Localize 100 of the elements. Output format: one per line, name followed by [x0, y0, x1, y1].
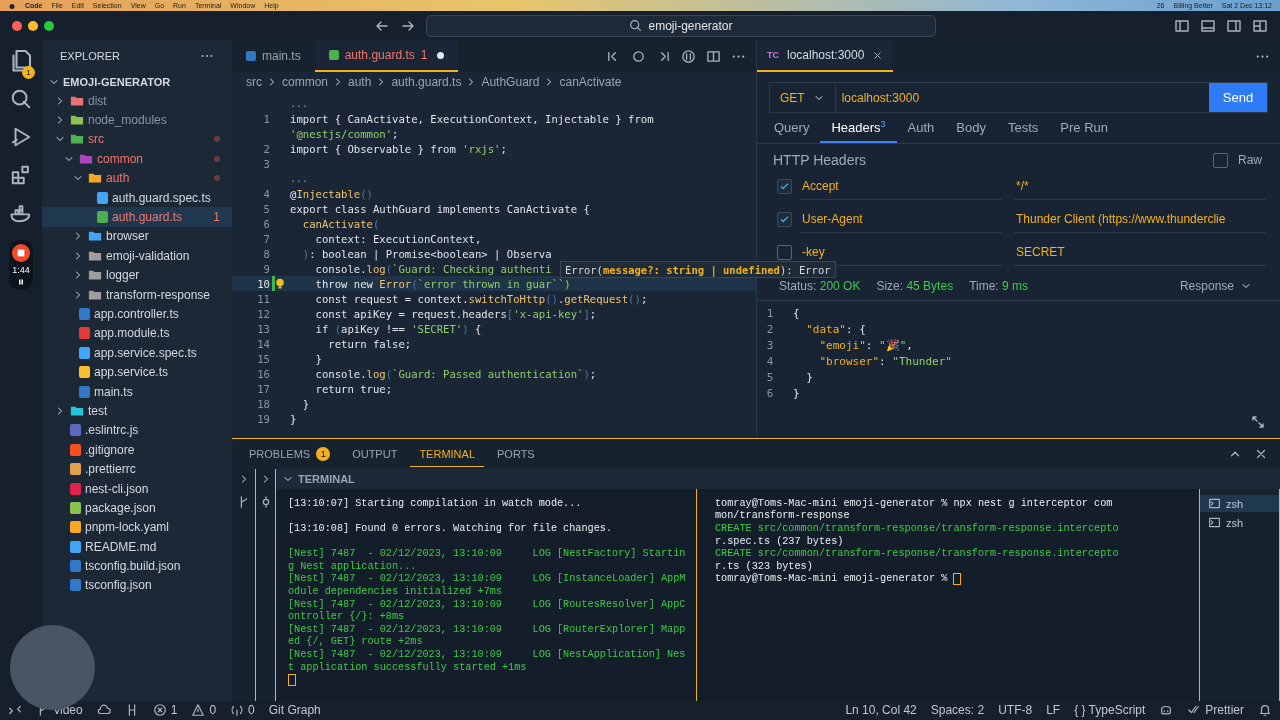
header-checkbox[interactable] [777, 179, 792, 194]
stop-icon[interactable] [12, 244, 30, 262]
status-item[interactable] [96, 703, 111, 717]
line-number: 6 [765, 386, 775, 400]
header-value-field[interactable]: Thunder Client (https://www.thunderclie [1014, 206, 1266, 233]
lightbulb-icon[interactable] [274, 277, 286, 290]
editor-tab[interactable]: main.ts [232, 40, 315, 72]
status-item[interactable]: Spaces: 2 [930, 703, 985, 717]
code-line: } [301, 397, 310, 410]
breadcrumb[interactable]: common [282, 75, 328, 89]
header-value-field[interactable]: */* [1014, 173, 1266, 200]
tree-item[interactable]: src [42, 129, 232, 150]
tree-item[interactable]: app.service.ts [42, 362, 232, 382]
tree-item[interactable]: main.ts [42, 381, 232, 402]
tree-item[interactable]: nest-cli.json [42, 478, 232, 499]
tree-item[interactable]: transform-response [42, 284, 232, 305]
layout-icon[interactable] [1252, 17, 1268, 34]
zoom-button[interactable] [44, 20, 54, 31]
tree-item[interactable]: README.md [42, 537, 232, 557]
search-icon[interactable] [10, 88, 32, 110]
split-editor-icon[interactable] [706, 48, 721, 64]
pause-icon[interactable] [17, 278, 25, 286]
terminal-instance[interactable]: zsh [1200, 495, 1279, 512]
header-name-field[interactable]: Accept [800, 173, 1002, 200]
secondary-sidebar-icon[interactable] [1226, 17, 1242, 34]
tree-item[interactable]: package.json [42, 498, 232, 518]
status-item[interactable]: 0 [191, 703, 217, 717]
close-icon[interactable] [1254, 447, 1268, 461]
folded-lines[interactable]: ... [290, 98, 309, 109]
tree-item[interactable]: test [42, 401, 232, 421]
status-item[interactable]: { } TypeScript [1074, 703, 1146, 717]
tree-item[interactable]: auth.guard.ts 1 [42, 207, 232, 227]
tree-item[interactable]: app.service.spec.ts [42, 343, 232, 363]
tree-item[interactable]: app.controller.ts [42, 304, 232, 324]
breadcrumb[interactable]: canActivate [559, 75, 622, 89]
command-center[interactable]: emoji-generator [426, 14, 936, 37]
terminal-instance[interactable]: zsh [1200, 514, 1279, 531]
request-tab[interactable]: Headers$^{3}$ [820, 113, 897, 143]
status-item[interactable]: 0 [230, 703, 255, 717]
breadcrumb[interactable]: auth [348, 75, 372, 89]
tree-item[interactable]: auth [42, 168, 232, 188]
terminal-line: ed {/, GET} route +2ms [288, 636, 423, 648]
raw-toggle[interactable]: Raw [1213, 152, 1262, 168]
json-line: "browser": "Thunder" [818, 354, 952, 368]
close-window-button[interactable] [12, 20, 22, 31]
response-dropdown[interactable]: Response [1173, 278, 1258, 294]
tree-item[interactable]: .gitignore [42, 440, 232, 460]
project-folder[interactable]: EMOJI-GENERATOR [42, 72, 232, 91]
terminal-line: [Nest] 7487 - 02/12/2023, 13:10:09 LOG [RoutesResolver] AppC [288, 598, 686, 610]
panel-toggle-icon[interactable] [1200, 17, 1216, 34]
tree-item[interactable]: common [42, 149, 232, 169]
tree-item[interactable]: tsconfig.build.json [42, 556, 232, 576]
panel-tab[interactable]: PROBLEMS 1 [240, 440, 340, 468]
tree-item[interactable]: app.module.ts [42, 323, 232, 344]
terminal-line: CREATE src/common/transform-response/transform-response.intercepto [715, 523, 1119, 534]
status-item[interactable] [1159, 703, 1174, 717]
tree-item[interactable]: .prettierrc [42, 459, 232, 479]
editor-tab[interactable]: auth.guard.ts 1 [314, 40, 459, 72]
status-item[interactable]: UTF-8 [998, 703, 1033, 717]
breadcrumb[interactable]: auth.guard.ts [391, 75, 462, 89]
tree-item[interactable]: emoji-validation [42, 246, 232, 266]
run-debug-icon[interactable] [10, 126, 32, 148]
request-tab[interactable]: Query [763, 113, 821, 143]
status-item[interactable]: Prettier [1187, 703, 1244, 717]
folded-lines[interactable]: ... [290, 173, 309, 184]
sidebar-toggle-icon[interactable] [1174, 17, 1190, 34]
tree-item[interactable]: auth.guard.spec.ts [42, 187, 232, 208]
panel-tab[interactable]: PORTS [488, 441, 544, 467]
expand-icon[interactable] [1250, 414, 1266, 430]
breadcrumb[interactable]: src [246, 75, 262, 89]
panel-tab[interactable]: OUTPUT [343, 441, 407, 467]
terminal-header[interactable]: TERMINAL [276, 469, 1280, 489]
header-checkbox[interactable] [777, 212, 792, 227]
request-tab[interactable]: Auth [896, 113, 946, 143]
breadcrumb[interactable]: AuthGuard [481, 75, 540, 89]
tree-item[interactable]: logger [42, 265, 232, 285]
tree-item[interactable]: tsconfig.json [42, 575, 232, 596]
client-tab[interactable]: TC localhost:3000 [757, 40, 894, 72]
tree-item[interactable]: dist [42, 91, 232, 111]
terminal-line: ontroller {/}: +8ms [288, 611, 405, 623]
tree-item[interactable]: .eslintrc.js [42, 420, 232, 441]
tree-item[interactable]: pnpm-lock.yaml [42, 517, 232, 537]
header-checkbox[interactable] [777, 245, 792, 260]
status-item[interactable]: LF [1046, 703, 1061, 717]
status-item[interactable]: Git Graph [268, 703, 321, 717]
status-item[interactable]: Ln 10, Col 42 [845, 703, 917, 717]
minimize-button[interactable] [28, 20, 38, 31]
status-item[interactable]: 1 [152, 703, 178, 717]
tree-item[interactable]: browser [42, 226, 232, 247]
header-value-field[interactable]: SECRET [1014, 239, 1266, 266]
tree-item[interactable]: node_modules [42, 110, 232, 130]
panel-tab[interactable]: TERMINAL [410, 441, 484, 467]
request-tab[interactable]: Tests [996, 113, 1050, 143]
extensions-icon[interactable] [10, 164, 32, 186]
status-item[interactable] [1258, 703, 1272, 717]
files-icon[interactable] [9, 48, 33, 72]
request-tab[interactable]: Pre Run [1049, 113, 1119, 143]
request-tab[interactable]: Body [945, 113, 997, 143]
header-name-field[interactable]: User-Agent [800, 206, 1002, 233]
status-item[interactable] [8, 703, 22, 717]
